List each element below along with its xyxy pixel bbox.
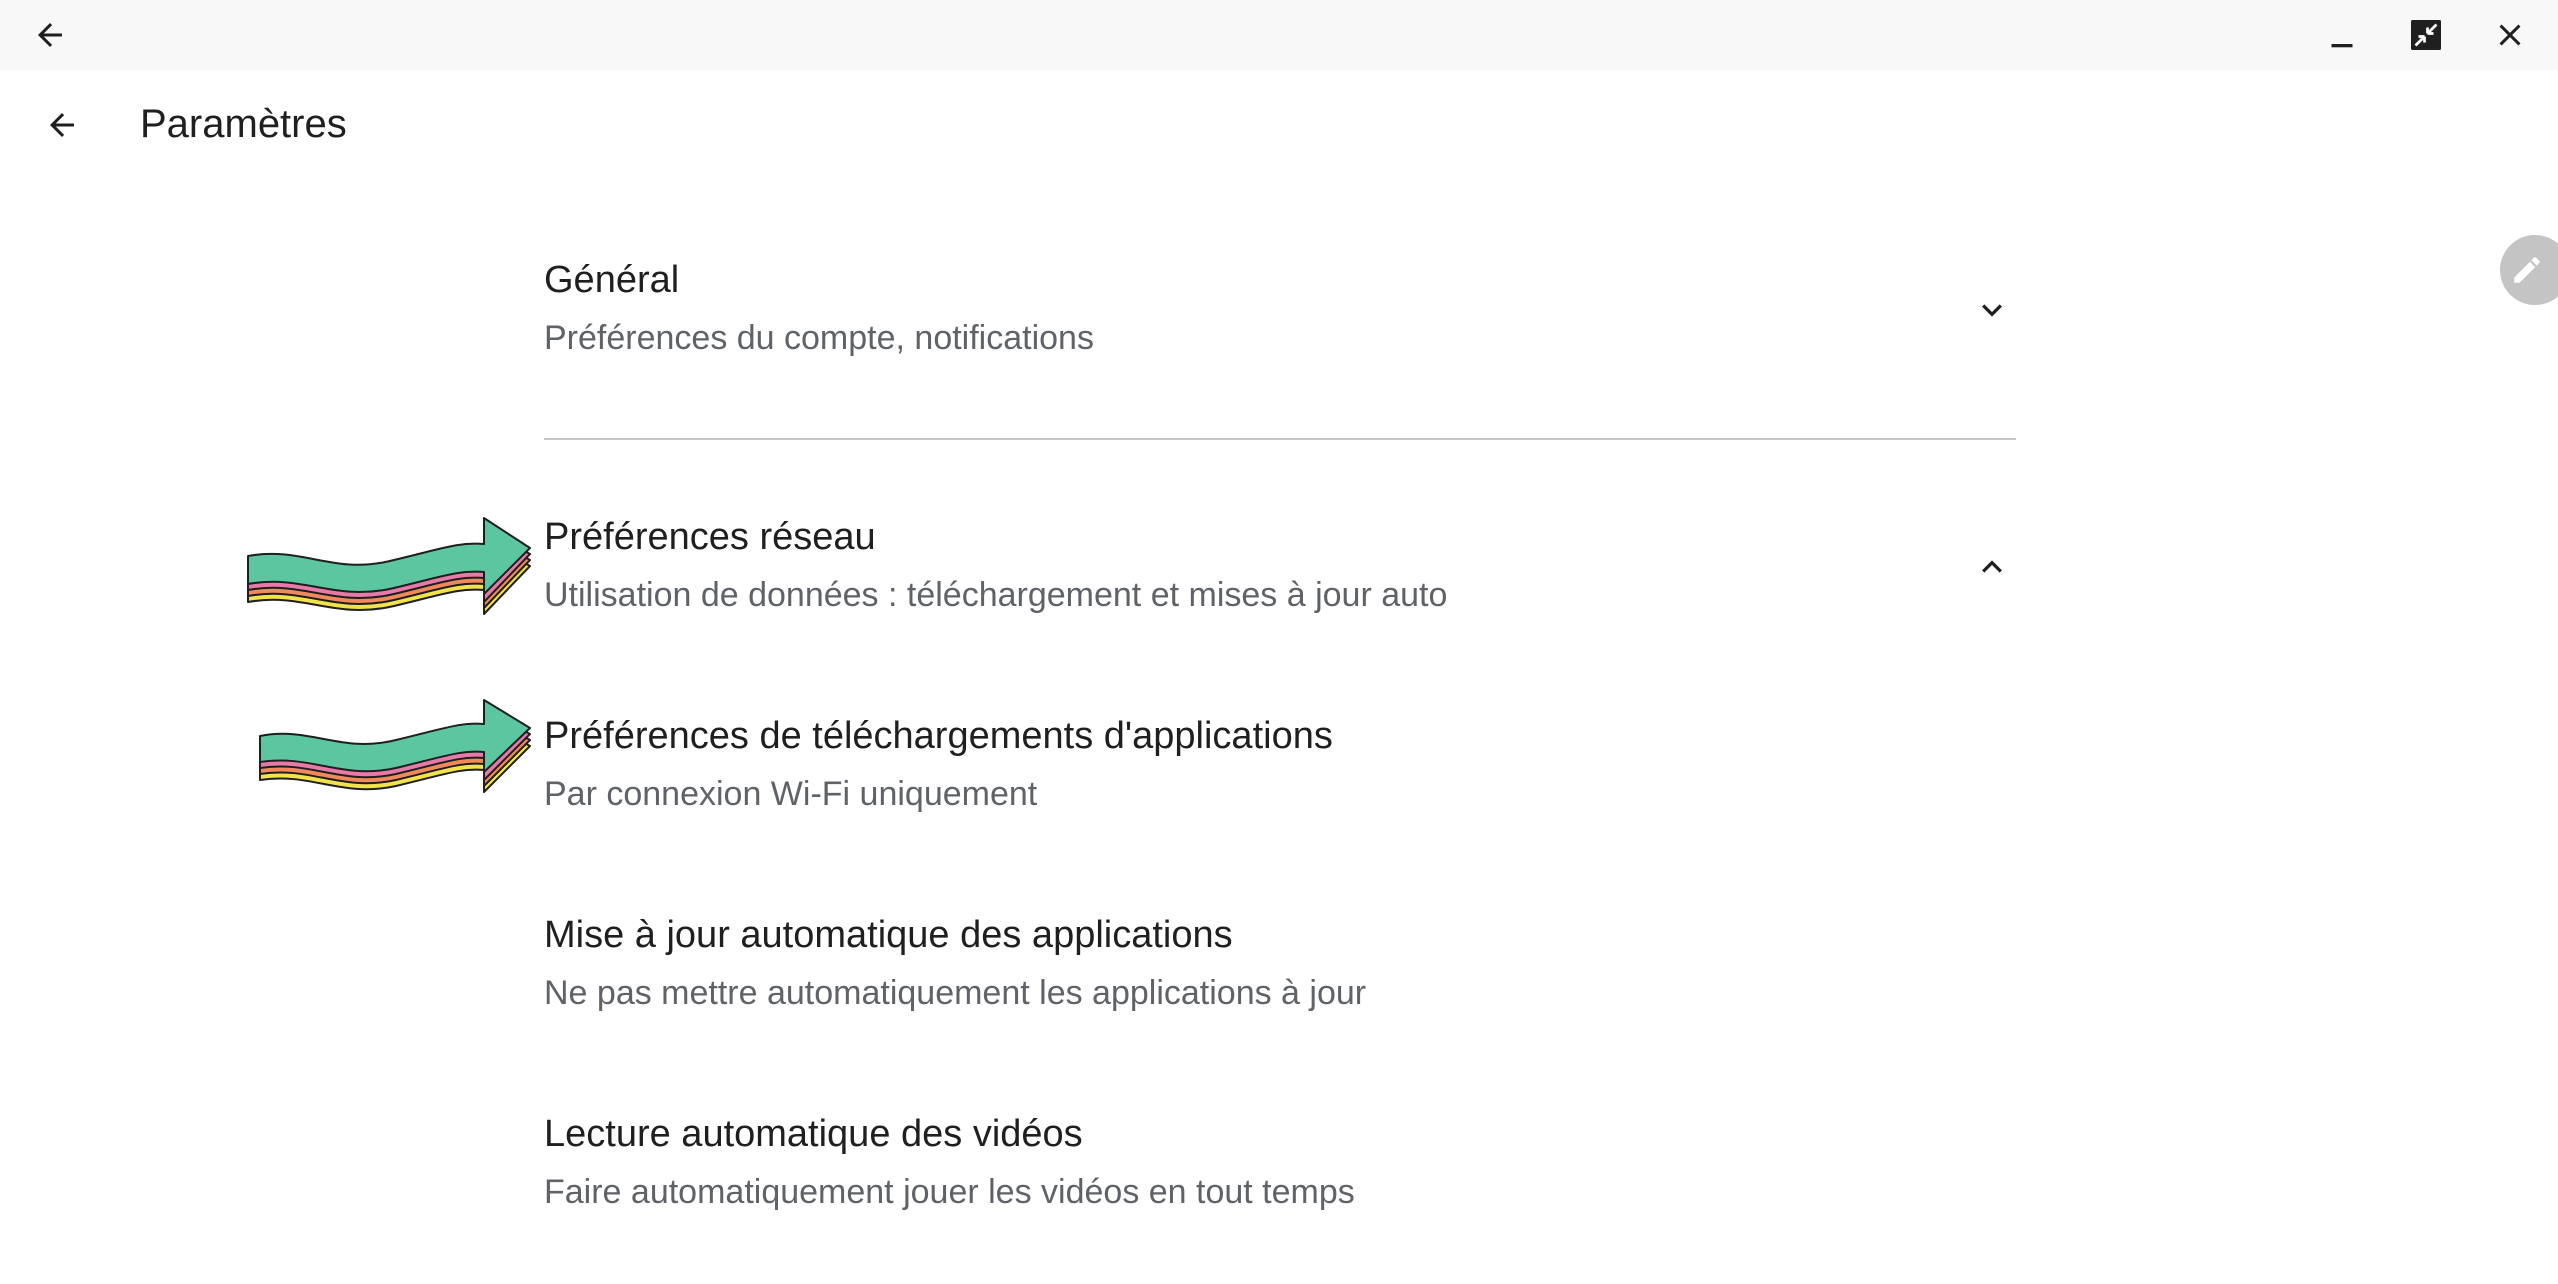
setting-app-download-preference[interactable]: Préférences de téléchargements d'applica…	[544, 714, 2016, 834]
page-title: Paramètres	[140, 102, 347, 146]
section-network[interactable]: Préférences réseau Utilisation de donnée…	[544, 515, 2016, 635]
window-minimize-button[interactable]	[2312, 5, 2372, 65]
setting-app-download-title: Préférences de téléchargements d'applica…	[544, 715, 1333, 757]
setting-auto-update-value: Ne pas mettre automatiquement les applic…	[544, 973, 1367, 1012]
restore-icon	[2411, 20, 2441, 50]
window-back-button[interactable]	[20, 5, 80, 65]
setting-video-autoplay[interactable]: Lecture automatique des vidéos Faire aut…	[544, 1112, 2016, 1232]
setting-auto-update-apps[interactable]: Mise à jour automatique des applications…	[544, 913, 2016, 1033]
window-close-button[interactable]	[2480, 5, 2540, 65]
window-titlebar	[0, 0, 2558, 70]
section-network-subtitle: Utilisation de données : téléchargement …	[544, 575, 1448, 614]
setting-app-download-value: Par connexion Wi-Fi uniquement	[544, 774, 1038, 813]
setting-video-autoplay-title: Lecture automatique des vidéos	[544, 1113, 1083, 1155]
annotation-arrow-downloads	[259, 699, 531, 793]
chevron-up-icon	[1982, 560, 2002, 573]
section-network-toggle[interactable]	[1968, 543, 2016, 591]
section-general-subtitle: Préférences du compte, notifications	[544, 318, 1094, 357]
section-general[interactable]: Général Préférences du compte, notificat…	[544, 258, 2016, 378]
setting-video-autoplay-value: Faire automatiquement jouer les vidéos e…	[544, 1172, 1355, 1211]
pencil-icon	[2514, 257, 2540, 283]
arrow-left-icon	[38, 23, 62, 47]
arrow-left-icon	[50, 113, 74, 137]
section-general-title: Général	[544, 259, 680, 301]
section-divider	[544, 438, 2016, 440]
section-network-title: Préférences réseau	[544, 516, 876, 558]
page-header: Paramètres	[0, 70, 2558, 180]
edit-floating-button[interactable]	[2500, 235, 2558, 305]
section-general-toggle[interactable]	[1968, 286, 2016, 334]
back-button[interactable]	[32, 95, 92, 155]
chevron-down-icon	[1982, 304, 2002, 317]
minimize-icon	[2331, 44, 2353, 48]
window-restore-button[interactable]	[2396, 5, 2456, 65]
setting-auto-update-title: Mise à jour automatique des applications	[544, 914, 1233, 956]
close-icon	[2499, 24, 2521, 46]
annotation-arrow-network	[247, 517, 531, 615]
